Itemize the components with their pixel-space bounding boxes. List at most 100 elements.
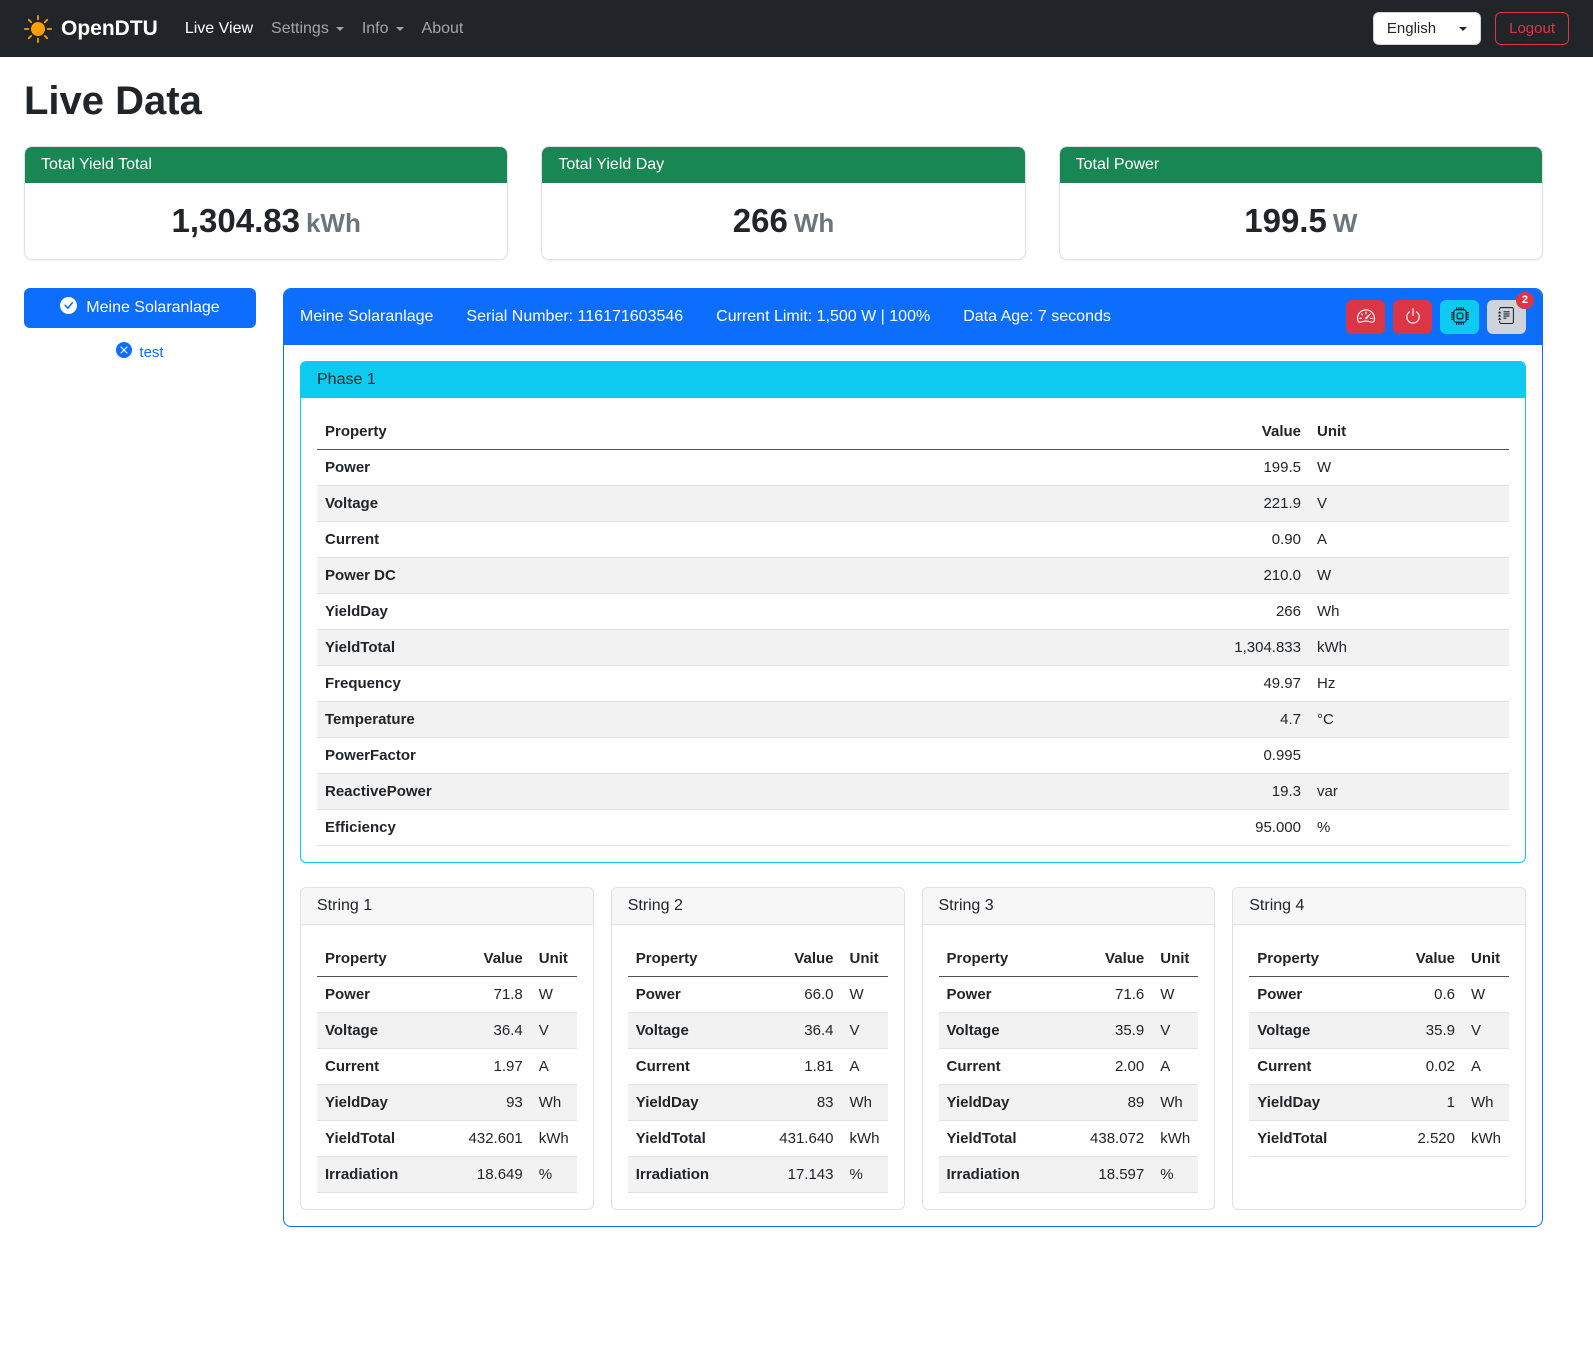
string-card: String 1 Property Value Unit	[300, 887, 594, 1210]
property-value: 95.000	[910, 810, 1309, 846]
property-unit: W	[1309, 450, 1509, 486]
table-row: Efficiency 95.000 %	[317, 810, 1509, 846]
speedometer-icon	[1357, 307, 1375, 328]
property-name: Irradiation	[628, 1157, 748, 1193]
table-row: Voltage 36.4 V	[317, 1013, 577, 1049]
property-value: 18.649	[437, 1157, 531, 1193]
property-name: YieldTotal	[939, 1121, 1059, 1157]
table-row: YieldTotal 1,304.833 kWh	[317, 630, 1509, 666]
logout-button[interactable]: Logout	[1495, 12, 1569, 45]
property-name: YieldTotal	[1249, 1121, 1379, 1157]
summary-value: 199.5	[1244, 202, 1327, 239]
inverter-actions: 2	[1346, 300, 1526, 334]
property-unit: V	[531, 1013, 577, 1049]
summary-card-title: Total Yield Total	[25, 147, 507, 183]
property-name: Current	[317, 522, 910, 558]
table-row: PowerFactor 0.995	[317, 738, 1509, 774]
table-row: Current 0.02 A	[1249, 1049, 1509, 1085]
string-table: Property Value Unit	[317, 941, 577, 1193]
property-name: Power	[317, 977, 437, 1013]
table-row: YieldDay 93 Wh	[317, 1085, 577, 1121]
property-value: 266	[910, 594, 1309, 630]
event-log-button[interactable]: 2	[1487, 300, 1526, 334]
property-name: Power	[1249, 977, 1379, 1013]
nav-info[interactable]: Info	[353, 12, 413, 46]
table-row: ReactivePower 19.3 var	[317, 774, 1509, 810]
string-card: String 3 Property Value Unit	[922, 887, 1216, 1210]
table-row: Power 71.8 W	[317, 977, 577, 1013]
power-button[interactable]	[1393, 300, 1432, 334]
property-unit: kWh	[1152, 1121, 1198, 1157]
table-row: Power 199.5 W	[317, 450, 1509, 486]
brand-logo[interactable]: OpenDTU	[24, 15, 158, 43]
nav-live-view[interactable]: Live View	[176, 12, 262, 46]
property-name: Irradiation	[939, 1157, 1059, 1193]
property-value: 36.4	[747, 1013, 841, 1049]
table-row: YieldDay 1 Wh	[1249, 1085, 1509, 1121]
property-unit: kWh	[1463, 1121, 1509, 1157]
column-header-property: Property	[317, 414, 910, 450]
nav-about[interactable]: About	[413, 12, 473, 46]
table-row: YieldDay 89 Wh	[939, 1085, 1199, 1121]
summary-card-title: Total Yield Day	[542, 147, 1024, 183]
summary-card: Total Yield Day 266Wh	[541, 146, 1025, 260]
property-value: 19.3	[910, 774, 1309, 810]
string-title: String 1	[301, 888, 593, 925]
device-info-button[interactable]	[1440, 300, 1479, 334]
property-unit: Hz	[1309, 666, 1509, 702]
nav-settings[interactable]: Settings	[262, 12, 353, 46]
property-value: 83	[747, 1085, 841, 1121]
property-value: 0.6	[1379, 977, 1463, 1013]
table-row: Voltage 35.9 V	[1249, 1013, 1509, 1049]
inverter-select-meine-solaranlage[interactable]: Meine Solaranlage	[24, 288, 256, 328]
summary-card: Total Yield Total 1,304.83kWh	[24, 146, 508, 260]
property-value: 4.7	[910, 702, 1309, 738]
property-name: Voltage	[1249, 1013, 1379, 1049]
property-value: 35.9	[1379, 1013, 1463, 1049]
top-navbar: OpenDTU Live View Settings Info About En…	[0, 0, 1593, 57]
column-header-value: Value	[1379, 941, 1463, 977]
string-card: String 2 Property Value Unit	[611, 887, 905, 1210]
summary-cards: Total Yield Total 1,304.83kWh Total Yiel…	[24, 146, 1543, 260]
table-row: Irradiation 17.143 %	[628, 1157, 888, 1193]
property-value: 36.4	[437, 1013, 531, 1049]
property-unit: V	[1152, 1013, 1198, 1049]
property-name: PowerFactor	[317, 738, 910, 774]
table-row: Irradiation 18.597 %	[939, 1157, 1199, 1193]
table-row: Power 66.0 W	[628, 977, 888, 1013]
property-unit: A	[1152, 1049, 1198, 1085]
table-row: Voltage 35.9 V	[939, 1013, 1199, 1049]
property-value: 2.00	[1058, 1049, 1152, 1085]
column-header-unit: Unit	[842, 941, 888, 977]
summary-unit: W	[1333, 208, 1358, 238]
property-name: YieldDay	[317, 594, 910, 630]
table-header-row: Property Value Unit	[317, 941, 577, 977]
property-unit	[1309, 738, 1509, 774]
chevron-down-icon	[336, 27, 344, 31]
property-value: 71.8	[437, 977, 531, 1013]
inverter-select-test[interactable]: test	[110, 341, 169, 363]
phase-title: Phase 1	[301, 362, 1525, 398]
inverter-serial: Serial Number: 116171603546	[466, 308, 683, 326]
language-select[interactable]: English	[1373, 12, 1481, 45]
string-table: Property Value Unit	[628, 941, 888, 1193]
property-value: 438.072	[1058, 1121, 1152, 1157]
property-value: 2.520	[1379, 1121, 1463, 1157]
column-header-unit: Unit	[531, 941, 577, 977]
table-row: Power DC 210.0 W	[317, 558, 1509, 594]
column-header-unit: Unit	[1309, 414, 1509, 450]
property-name: Voltage	[628, 1013, 748, 1049]
summary-card: Total Power 199.5W	[1059, 146, 1543, 260]
property-unit: V	[1309, 486, 1509, 522]
property-value: 89	[1058, 1085, 1152, 1121]
property-name: Voltage	[317, 486, 910, 522]
summary-card-body: 1,304.83kWh	[25, 183, 507, 259]
property-name: YieldTotal	[317, 1121, 437, 1157]
limit-settings-button[interactable]	[1346, 300, 1385, 334]
property-unit: V	[842, 1013, 888, 1049]
string-title: String 2	[612, 888, 904, 925]
property-name: YieldDay	[1249, 1085, 1379, 1121]
property-unit: W	[1463, 977, 1509, 1013]
property-name: Efficiency	[317, 810, 910, 846]
table-row: YieldTotal 438.072 kWh	[939, 1121, 1199, 1157]
